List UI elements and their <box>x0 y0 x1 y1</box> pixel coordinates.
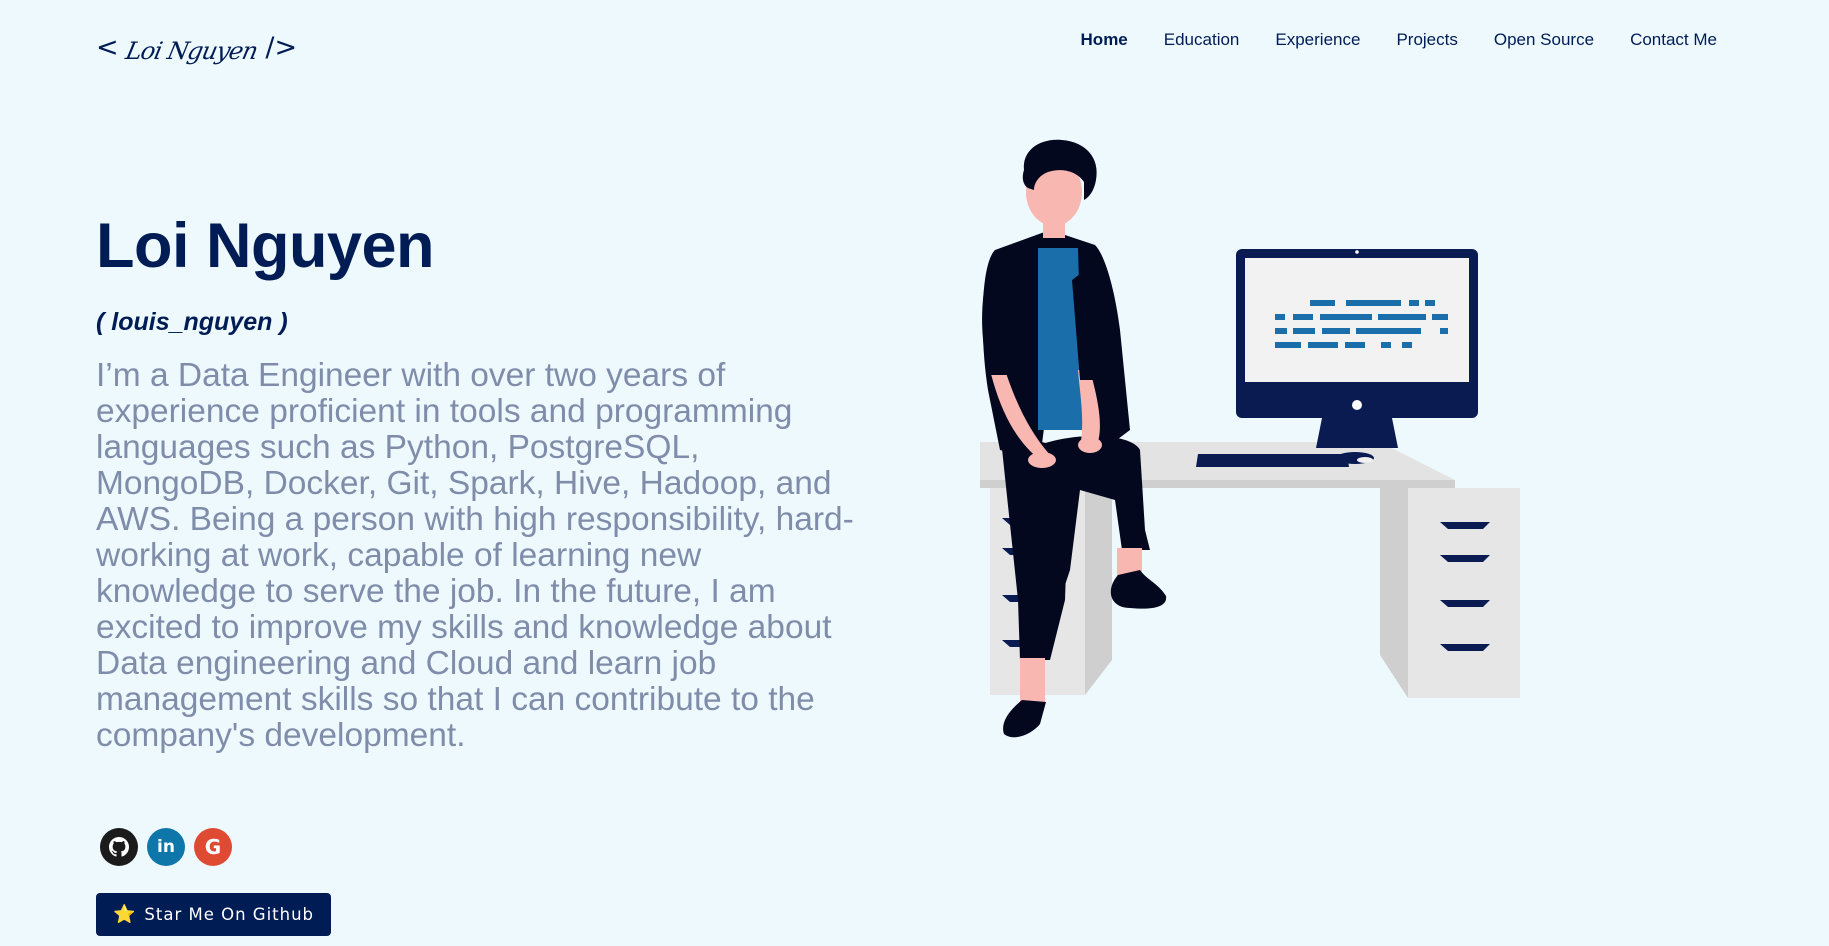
star-me-on-github-button[interactable]: ⭐ Star Me On Github <box>96 893 331 936</box>
logo-close-bracket: /> <box>265 31 298 63</box>
hero-bio: I’m a Data Engineer with over two years … <box>96 357 854 754</box>
social-links: in G <box>100 828 232 866</box>
mouse-highlight <box>1357 457 1373 463</box>
star-button-label: Star Me On Github <box>144 905 315 924</box>
nav-item-contact-me[interactable]: Contact Me <box>1630 30 1717 50</box>
nav-item-open-source[interactable]: Open Source <box>1494 30 1594 50</box>
github-icon <box>109 837 129 857</box>
nav-item-education[interactable]: Education <box>1164 30 1240 50</box>
linkedin-link[interactable]: in <box>147 828 185 866</box>
google-link[interactable]: G <box>194 828 232 866</box>
keyboard <box>1196 454 1349 467</box>
star-icon: ⭐ <box>112 904 137 925</box>
site-logo[interactable]: < Loi Nguyen /> <box>96 22 297 72</box>
github-link[interactable] <box>100 828 138 866</box>
site-header: < Loi Nguyen /> Home Education Experienc… <box>0 0 1829 90</box>
hero-nickname: ( louis_nguyen ) <box>96 308 288 336</box>
monitor <box>1236 249 1478 448</box>
nav-item-experience[interactable]: Experience <box>1275 30 1360 50</box>
linkedin-icon: in <box>157 837 175 857</box>
nav-item-home[interactable]: Home <box>1081 30 1128 50</box>
logo-signature: Loi Nguyen <box>122 37 260 65</box>
nav-item-projects[interactable]: Projects <box>1396 30 1457 50</box>
hero-name: Loi Nguyen <box>96 211 435 281</box>
developer-desk-illustration <box>980 139 1520 738</box>
google-icon: G <box>204 835 222 859</box>
main-nav: Home Education Experience Projects Open … <box>1081 30 1717 50</box>
logo-open-bracket: < <box>96 31 119 63</box>
